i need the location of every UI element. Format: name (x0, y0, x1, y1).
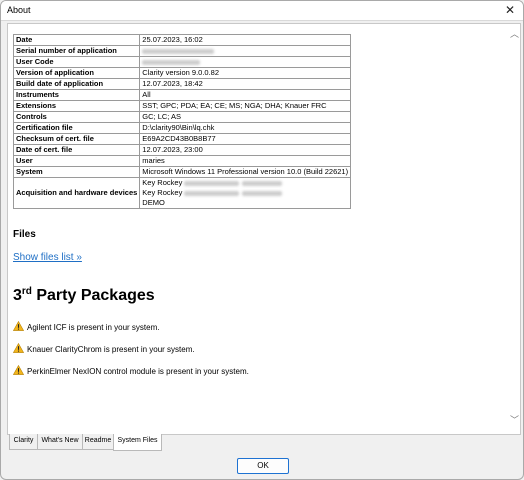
table-row: Checksum of cert. file E69A2CD43B0B8B77 (12, 133, 352, 145)
tab-readme[interactable]: Readme (82, 434, 114, 450)
files-heading: Files (13, 229, 36, 240)
package-item: Knauer ClarityChrom is present in your s… (13, 343, 195, 354)
close-icon[interactable]: ✕ (503, 3, 517, 17)
table-row: Instruments All (12, 89, 352, 101)
row-key: User Code (12, 56, 141, 68)
table-row: Controls GC; LC; AS (12, 111, 352, 123)
table-row: User maries (12, 155, 352, 167)
title-bar: About ✕ (1, 1, 523, 21)
content-pane[interactable]: Date 25.07.2023, 16:02 Serial number of … (7, 23, 521, 435)
row-value: GC; LC; AS (139, 111, 352, 123)
row-value: SST; GPC; PDA; EA; CE; MS; NGA; DHA; Kna… (139, 100, 352, 112)
row-key: Extensions (12, 100, 141, 112)
third-party-heading: 3rd Party Packages (13, 286, 155, 304)
table-row: Build date of application 12.07.2023, 18… (12, 78, 352, 90)
row-key: Build date of application (12, 78, 141, 90)
row-value: Clarity version 9.0.0.82 (139, 67, 352, 79)
tab-system-files[interactable]: System Files (113, 434, 162, 451)
table-row: System Microsoft Windows 11 Professional… (12, 166, 352, 178)
row-key: Version of application (12, 67, 141, 79)
device-line: Key Rockey (142, 178, 348, 188)
row-key: Instruments (12, 89, 141, 101)
row-key: Serial number of application (12, 45, 141, 57)
info-table: Date 25.07.2023, 16:02 Serial number of … (12, 34, 352, 209)
tab-clarity[interactable]: Clarity (9, 434, 38, 450)
redacted-value (142, 59, 201, 65)
warning-icon (13, 365, 24, 375)
row-value: D:\clarity90\Bin\lq.chk (139, 122, 352, 134)
row-value: All (139, 89, 352, 101)
row-key: Acquisition and hardware devices (12, 177, 141, 209)
about-dialog: About ✕ Date 25.07.2023, 16:02 Serial nu… (0, 0, 524, 480)
row-value-redacted (139, 56, 352, 68)
row-value: 25.07.2023, 16:02 (139, 34, 352, 46)
table-row: User Code (12, 56, 352, 68)
table-row: Certification file D:\clarity90\Bin\lq.c… (12, 122, 352, 134)
row-key: Certification file (12, 122, 141, 134)
redacted-value (142, 48, 215, 54)
redacted-value (184, 190, 240, 196)
redacted-value (242, 190, 283, 196)
row-value-multiline: Key Rockey Key Rockey DEMO (139, 177, 352, 209)
table-row: Extensions SST; GPC; PDA; EA; CE; MS; NG… (12, 100, 352, 112)
row-value: 12.07.2023, 23:00 (139, 144, 352, 156)
redacted-value (184, 180, 240, 186)
package-item: Agilent ICF is present in your system. (13, 321, 160, 332)
row-key: User (12, 155, 141, 167)
row-value: 12.07.2023, 18:42 (139, 78, 352, 90)
device-line: Key Rockey (142, 188, 348, 198)
show-files-link[interactable]: Show files list » (13, 252, 82, 263)
row-value-redacted (139, 45, 352, 57)
ok-button[interactable]: OK (237, 458, 289, 474)
row-value: Microsoft Windows 11 Professional versio… (139, 166, 352, 178)
warning-icon (13, 343, 24, 353)
window-title: About (7, 5, 31, 15)
table-row: Version of application Clarity version 9… (12, 67, 352, 79)
row-key: Controls (12, 111, 141, 123)
row-key: Date (12, 34, 141, 46)
table-row: Date 25.07.2023, 16:02 (12, 34, 352, 46)
vertical-scrollbar[interactable]: ︿ ﹀ (508, 24, 520, 434)
row-value: E69A2CD43B0B8B77 (139, 133, 352, 145)
package-item: PerkinElmer NexION control module is pre… (13, 365, 249, 376)
row-key: System (12, 166, 141, 178)
scroll-up-icon[interactable]: ︿ (510, 30, 519, 39)
redacted-value (242, 180, 283, 186)
scroll-down-icon[interactable]: ﹀ (510, 416, 519, 425)
warning-icon (13, 321, 24, 331)
row-key: Checksum of cert. file (12, 133, 141, 145)
table-row: Acquisition and hardware devices Key Roc… (12, 177, 352, 209)
table-row: Serial number of application (12, 45, 352, 57)
row-key: Date of cert. file (12, 144, 141, 156)
row-value: maries (139, 155, 352, 167)
device-line: DEMO (142, 198, 165, 207)
tab-whats-new[interactable]: What's New (37, 434, 83, 450)
table-row: Date of cert. file 12.07.2023, 23:00 (12, 144, 352, 156)
